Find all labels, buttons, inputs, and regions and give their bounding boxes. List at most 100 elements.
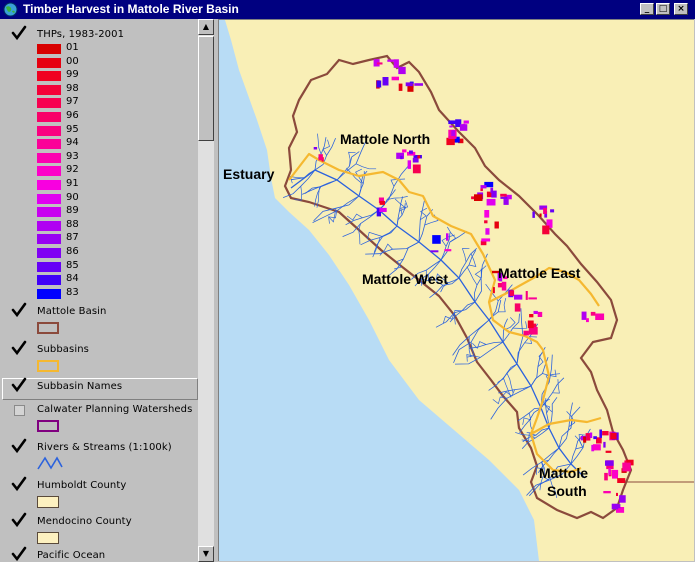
thp-polygon [379, 207, 387, 212]
thp-polygon [463, 120, 469, 124]
humboldt-county-visibility-checkbox[interactable] [11, 476, 27, 492]
thp-polygon [485, 228, 490, 235]
thp-polygon [599, 429, 602, 438]
thp-polygon [486, 198, 496, 206]
thp-polygon [376, 62, 383, 65]
label-mattole-west: Mattole West [362, 271, 449, 287]
thp-polygon [528, 297, 537, 300]
thp-class-label: 99 [66, 69, 79, 81]
thp-polygon [583, 436, 587, 443]
scroll-down-button[interactable]: ▼ [198, 546, 214, 562]
rivers-streams-1-100k-visibility-checkbox[interactable] [11, 438, 27, 454]
label-estuary: Estuary [223, 166, 275, 182]
thp-polygon [396, 152, 404, 159]
thp-polygon [603, 441, 606, 448]
thp-polygon [409, 150, 413, 154]
window-title-bar: Timber Harvest in Mattole River Basin _ … [0, 0, 695, 19]
thp-polygon [480, 188, 483, 192]
thp-class-swatch [37, 261, 61, 272]
map-frame: Estuary Mattole North Mattole West Matto… [218, 19, 695, 562]
map-canvas[interactable] [219, 20, 694, 561]
thp-class-swatch [37, 248, 61, 258]
maximize-button[interactable]: □ [656, 3, 670, 15]
thp-polygon [459, 124, 468, 131]
thp-polygon [382, 77, 389, 86]
scroll-thumb[interactable] [198, 36, 214, 141]
window-title: Timber Harvest in Mattole River Basin [23, 2, 239, 16]
thp-polygon [412, 157, 419, 163]
thp-polygon [550, 209, 555, 213]
thp-class-label: 87 [66, 232, 79, 244]
thp-class-label: 01 [66, 42, 79, 53]
thp-polygon [484, 210, 490, 218]
thp-polygon [480, 185, 487, 189]
humboldt-county-layer-name[interactable]: Humboldt County [37, 480, 126, 491]
thp-polygon [529, 314, 534, 318]
thp-visibility-checkbox[interactable] [11, 25, 27, 41]
map-view[interactable]: Estuary Mattole North Mattole West Matto… [218, 19, 694, 561]
thp-layer-name[interactable]: THPs, 1983-2001 [37, 29, 124, 40]
thp-class-swatch [37, 220, 61, 231]
pacific-ocean-visibility-checkbox[interactable] [11, 546, 27, 562]
subbasin-names-layer-name[interactable]: Subbasin Names [37, 381, 122, 392]
thp-polygon [494, 221, 499, 229]
thp-class-swatch [37, 125, 61, 136]
rivers-streams-1-100k-layer-name[interactable]: Rivers & Streams (1:100k) [37, 442, 172, 453]
legend-scrollbar[interactable]: ▲ ▼ [198, 19, 214, 562]
thp-class-label: 86 [66, 246, 79, 257]
thp-class-label: 84 [66, 273, 79, 285]
subbasins-visibility-checkbox[interactable] [11, 340, 27, 356]
thp-polygon [391, 76, 399, 81]
thp-class-swatch [37, 166, 61, 177]
thp-polygon [581, 311, 587, 320]
thp-polygon [532, 211, 535, 218]
mattole-basin-visibility-checkbox[interactable] [11, 302, 27, 318]
mendocino-county-visibility-checkbox[interactable] [11, 512, 27, 528]
humboldt-county-symbol [37, 496, 59, 508]
thp-polygon [402, 149, 407, 153]
mattole-basin-layer-name[interactable]: Mattole Basin [37, 306, 106, 317]
thp-class-swatch [37, 57, 61, 68]
thp-class-label: 90 [66, 191, 79, 203]
minimize-button[interactable]: _ [640, 3, 654, 15]
thp-polygon [619, 495, 626, 503]
subbasin-names-visibility-checkbox[interactable] [11, 377, 27, 393]
thp-polygon [313, 147, 318, 150]
thp-class-swatch [37, 139, 61, 150]
subbasins-symbol [37, 360, 59, 372]
label-mattole-north: Mattole North [340, 131, 431, 147]
scroll-up-button[interactable]: ▲ [198, 19, 214, 35]
thp-polygon [610, 432, 617, 440]
thp-class-swatch [37, 112, 61, 122]
thp-class-label: 95 [66, 123, 79, 135]
thp-class-label: 96 [66, 110, 79, 121]
thp-polygon [509, 290, 515, 296]
thp-polygon [471, 196, 474, 200]
thp-polygon [492, 287, 495, 294]
thp-class-swatch [37, 275, 61, 286]
label-mattole-south-2: South [547, 483, 587, 499]
thp-class-swatch [37, 288, 61, 299]
thp-polygon [604, 472, 608, 481]
thp-polygon [448, 120, 456, 125]
close-button[interactable]: × [674, 3, 688, 15]
thp-polygon [616, 492, 618, 496]
thp-polygon [412, 164, 421, 174]
pacific-ocean-layer-name[interactable]: Pacific Ocean [37, 550, 105, 561]
calwater-planning-watersheds-visibility-checkbox[interactable] [14, 405, 25, 416]
subbasins-layer-name[interactable]: Subbasins [37, 344, 89, 355]
thp-polygon [605, 460, 614, 466]
thp-polygon [446, 233, 449, 241]
mattole-basin-symbol [37, 322, 59, 334]
thp-polygon [417, 155, 421, 159]
thp-polygon [414, 83, 423, 86]
thp-polygon [617, 478, 626, 483]
label-mattole-east: Mattole East [498, 265, 581, 281]
thp-class-label: 85 [66, 259, 79, 271]
thp-polygon [444, 249, 452, 252]
mendocino-county-layer-name[interactable]: Mendocino County [37, 516, 132, 527]
thp-class-label: 91 [66, 178, 79, 189]
thp-polygon [400, 155, 403, 160]
calwater-planning-watersheds-layer-name[interactable]: Calwater Planning Watersheds [37, 404, 192, 415]
thp-polygon [589, 432, 593, 438]
